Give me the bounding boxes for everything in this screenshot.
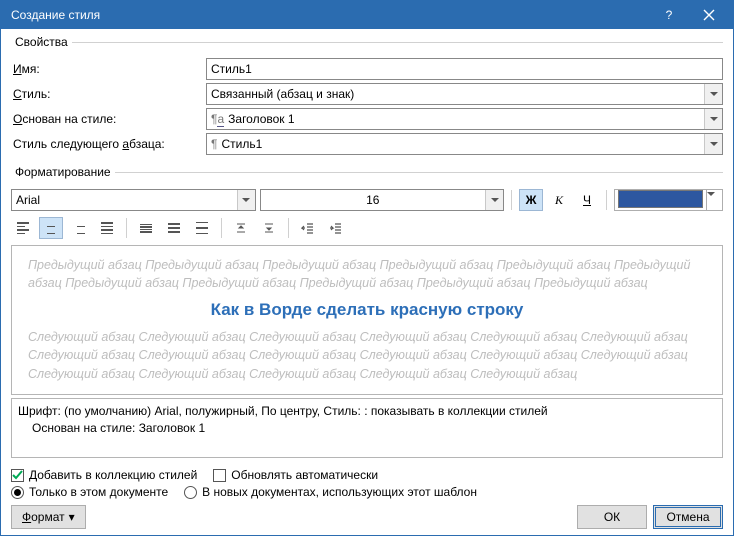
template-radio[interactable]: В новых документах, использующих этот ша… bbox=[184, 485, 477, 499]
next-combo[interactable]: ¶Стиль1 bbox=[206, 133, 723, 155]
preview-pane: Предыдущий абзац Предыдущий абзац Предыд… bbox=[11, 245, 723, 395]
next-label: Стиль следующего абзаца: bbox=[11, 137, 206, 151]
align-justify-button[interactable] bbox=[95, 217, 119, 239]
space-before-dec-button[interactable] bbox=[257, 217, 281, 239]
format-button[interactable]: Формат▾ bbox=[11, 505, 86, 529]
properties-legend: Свойства bbox=[11, 35, 72, 49]
font-toolbar: Arial 16 Ж К Ч bbox=[11, 189, 723, 211]
font-combo[interactable]: Arial bbox=[11, 189, 256, 211]
type-label: Стиль: bbox=[11, 87, 206, 101]
options-area: Добавить в коллекцию стилей Обновлять ав… bbox=[11, 468, 723, 499]
align-left-button[interactable] bbox=[11, 217, 35, 239]
chevron-down-icon bbox=[704, 109, 722, 129]
preview-prev-text: Предыдущий абзац Предыдущий абзац Предыд… bbox=[28, 256, 706, 292]
add-to-gallery-checkbox[interactable]: Добавить в коллекцию стилей bbox=[11, 468, 197, 482]
name-input[interactable] bbox=[206, 58, 723, 80]
size-combo[interactable]: 16 bbox=[260, 189, 505, 211]
italic-button[interactable]: К bbox=[547, 189, 571, 211]
spacing-2-button[interactable] bbox=[190, 217, 214, 239]
type-combo[interactable]: Связанный (абзац и знак) bbox=[206, 83, 723, 105]
description-line: Основан на стиле: Заголовок 1 bbox=[18, 420, 716, 437]
indent-dec-button[interactable] bbox=[296, 217, 320, 239]
description-box: Шрифт: (по умолчанию) Arial, полужирный,… bbox=[11, 398, 723, 458]
footer: Формат▾ ОК Отмена bbox=[11, 505, 723, 529]
align-center-button[interactable] bbox=[39, 217, 63, 239]
spacing-15-button[interactable] bbox=[162, 217, 186, 239]
chevron-down-icon bbox=[237, 190, 255, 210]
auto-update-checkbox[interactable]: Обновлять автоматически bbox=[213, 468, 378, 482]
ok-button[interactable]: ОК bbox=[577, 505, 647, 529]
properties-group: Свойства Имя: Стиль: Связанный (абзац и … bbox=[11, 35, 723, 160]
window-title: Создание стиля bbox=[11, 8, 649, 22]
close-button[interactable] bbox=[689, 1, 729, 29]
name-label: Имя: bbox=[11, 62, 206, 76]
space-before-inc-button[interactable] bbox=[229, 217, 253, 239]
based-label: Основан на стиле: bbox=[11, 112, 206, 126]
color-swatch bbox=[618, 190, 703, 208]
preview-sample-text: Как в Ворде сделать красную строку bbox=[28, 300, 706, 320]
preview-next-text: Следующий абзац Следующий абзац Следующи… bbox=[28, 328, 706, 382]
based-combo[interactable]: ¶aЗаголовок 1 bbox=[206, 108, 723, 130]
chevron-down-icon bbox=[706, 190, 722, 210]
formatting-group: Форматирование Arial 16 Ж К Ч bbox=[11, 165, 723, 460]
align-right-button[interactable] bbox=[67, 217, 91, 239]
chevron-down-icon bbox=[704, 134, 722, 154]
spacing-1-button[interactable] bbox=[134, 217, 158, 239]
indent-inc-button[interactable] bbox=[324, 217, 348, 239]
chevron-down-icon bbox=[485, 190, 503, 210]
formatting-legend: Форматирование bbox=[11, 165, 115, 179]
chevron-down-icon bbox=[704, 84, 722, 104]
font-color-button[interactable] bbox=[614, 189, 723, 211]
bold-button[interactable]: Ж bbox=[519, 189, 543, 211]
title-bar: Создание стиля ? bbox=[1, 1, 733, 29]
paragraph-toolbar bbox=[11, 217, 723, 239]
help-button[interactable]: ? bbox=[649, 1, 689, 29]
underline-button[interactable]: Ч bbox=[575, 189, 599, 211]
this-doc-radio[interactable]: Только в этом документе bbox=[11, 485, 168, 499]
description-line: Шрифт: (по умолчанию) Arial, полужирный,… bbox=[18, 403, 716, 420]
cancel-button[interactable]: Отмена bbox=[653, 505, 723, 529]
